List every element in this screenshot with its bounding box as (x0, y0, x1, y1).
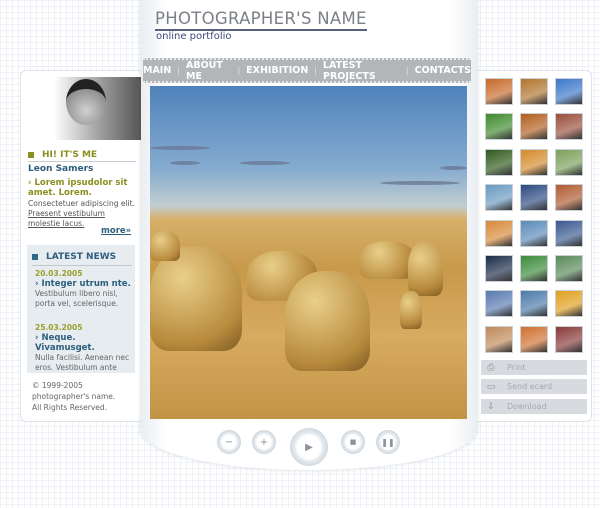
news-item[interactable]: 20.03.2005 › Integer utrum nte. Vestibul… (35, 269, 135, 309)
about-lead[interactable]: › Lorem ipsudolor sit amet. Lorem. (28, 178, 136, 198)
thumbnail[interactable] (555, 148, 583, 176)
thumbnail[interactable] (485, 113, 513, 141)
site-subtitle: online portfolio (156, 31, 232, 42)
news-text: Nulla facilisi. Aenean nec eros. Vestibu… (35, 353, 130, 372)
nav-contacts[interactable]: CONTACTS (415, 65, 471, 76)
thumbnail[interactable] (485, 325, 513, 353)
minus-icon: − (224, 436, 234, 448)
news-date: 25.03.2005 (35, 323, 83, 332)
ecard-icon: ▭ (486, 381, 496, 392)
stop-button[interactable]: ■ (341, 430, 365, 454)
thumbnail[interactable] (520, 290, 548, 318)
news-title[interactable]: Neque. Vivamusget. (35, 333, 95, 353)
profile-name: Leon Samers (28, 164, 94, 174)
thumbnail[interactable] (555, 290, 583, 318)
nav-separator: | (237, 66, 241, 75)
thumbnail[interactable] (485, 219, 513, 247)
nav-exhibition[interactable]: EXHIBITION (246, 65, 308, 76)
about-heading: HI! IT'S ME (28, 150, 97, 160)
plus-icon: + (259, 436, 269, 448)
thumbnail[interactable] (520, 184, 548, 212)
more-link[interactable]: more» (101, 226, 131, 236)
stop-icon: ■ (349, 438, 357, 446)
main-nav: MAIN | ABOUT ME | EXHIBITION | LATEST PROJE… (143, 58, 471, 83)
download-button[interactable]: ⇩ Download (481, 399, 587, 414)
nav-separator: | (177, 66, 180, 75)
nav-about-me[interactable]: ABOUT ME (186, 60, 231, 82)
about-link[interactable]: Praesent vestibulum molestie lacus. (28, 209, 105, 228)
pause-icon: ❚❚ (381, 437, 395, 447)
thumbnail[interactable] (520, 255, 548, 282)
news-item[interactable]: 25.03.2005 › Neque. Vivamusget. Nulla fa… (35, 323, 135, 373)
play-button[interactable]: ▶ (290, 428, 328, 466)
news-date: 20.03.2005 (35, 269, 83, 278)
about-text: Consectetuer adipiscing elit. Praesent v… (28, 199, 135, 228)
thumbnail[interactable] (520, 325, 548, 353)
nav-main[interactable]: MAIN (143, 65, 171, 76)
zoom-out-button[interactable]: − (217, 430, 241, 454)
copyright: © 1999-2005 photographer's name. All Rig… (32, 381, 116, 412)
thumbnail[interactable] (555, 325, 583, 353)
square-bullet-icon (28, 152, 34, 158)
printer-icon: ⎙ (487, 362, 495, 373)
site-title: PHOTOGRAPHER'S NAME (155, 9, 367, 31)
thumbnail[interactable] (555, 113, 583, 141)
thumbnail[interactable] (485, 78, 513, 105)
main-photo (150, 86, 467, 419)
thumbnail[interactable] (485, 290, 513, 318)
thumbnail[interactable] (520, 113, 548, 141)
nav-separator: | (314, 66, 317, 75)
nav-separator: | (405, 66, 409, 75)
thumbnail[interactable] (555, 219, 583, 247)
thumbnail[interactable] (555, 255, 583, 282)
thumbnail[interactable] (555, 184, 583, 212)
play-icon: ▶ (305, 441, 313, 453)
zoom-in-button[interactable]: + (252, 430, 276, 454)
square-bullet-icon (32, 254, 38, 260)
thumbnail[interactable] (485, 148, 513, 176)
pause-button[interactable]: ❚❚ (376, 430, 400, 454)
thumbnail[interactable] (520, 219, 548, 247)
thumbnail[interactable] (520, 78, 548, 105)
download-icon: ⇩ (487, 401, 495, 412)
thumbnail[interactable] (485, 184, 513, 212)
print-button[interactable]: ⎙ Print (481, 360, 587, 375)
profile-photo (44, 77, 141, 140)
nav-latest-projects[interactable]: LATEST PROJECTS (323, 60, 400, 82)
news-text: Vestibulum libero nisl, porta vel, scele… (35, 289, 119, 308)
send-ecard-button[interactable]: ▭ Send ecard (481, 379, 587, 394)
thumbnail[interactable] (520, 148, 548, 176)
news-heading: LATEST NEWS (32, 252, 116, 262)
thumbnail[interactable] (485, 255, 513, 282)
news-title[interactable]: Integer utrum nte. (41, 279, 130, 289)
thumbnail[interactable] (555, 78, 583, 105)
